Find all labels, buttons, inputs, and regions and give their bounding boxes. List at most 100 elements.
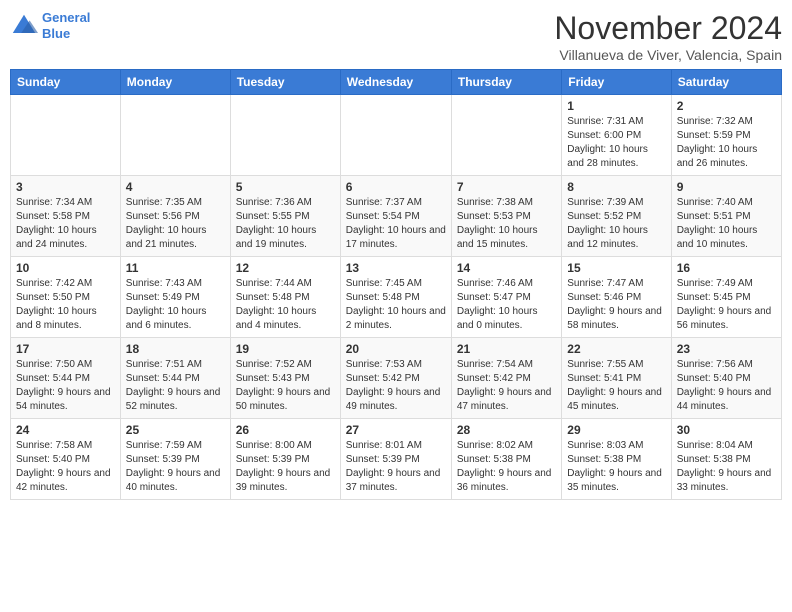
day-number: 11 <box>126 261 225 275</box>
day-info: Sunrise: 7:32 AM Sunset: 5:59 PM Dayligh… <box>677 115 776 171</box>
calendar-day-cell: 8 Sunrise: 7:39 AM Sunset: 5:52 PM Daylig… <box>562 176 671 257</box>
calendar-day-cell: 25Sunrise: 7:59 AM Sunset: 5:39 PM Dayli… <box>120 419 230 500</box>
logo-text: General Blue <box>42 10 90 41</box>
page-header: General Blue November 2024 Villanueva de… <box>10 10 782 63</box>
day-number: 13 <box>346 261 446 275</box>
calendar-day-cell: 5 Sunrise: 7:36 AM Sunset: 5:55 PM Daylig… <box>230 176 340 257</box>
day-info: Sunrise: 7:37 AM Sunset: 5:54 PM Dayligh… <box>346 196 446 252</box>
calendar-day-cell: 19 Sunrise: 7:52 AM Sunset: 5:43 PM Dayli… <box>230 338 340 419</box>
calendar-table: SundayMondayTuesdayWednesdayThursdayFrid… <box>10 69 782 500</box>
calendar-day-cell: 6 Sunrise: 7:37 AM Sunset: 5:54 PM Daylig… <box>340 176 451 257</box>
calendar-day-cell: 17 Sunrise: 7:50 AM Sunset: 5:44 PM Dayli… <box>11 338 121 419</box>
day-number: 16 <box>677 261 776 275</box>
day-number: 6 <box>346 180 446 194</box>
day-number: 7 <box>457 180 556 194</box>
calendar-day-cell: 27 Sunrise: 8:01 AM Sunset: 5:39 PM Dayli… <box>340 419 451 500</box>
calendar-day-cell: 9Sunrise: 7:40 AM Sunset: 5:51 PM Daylig… <box>671 176 781 257</box>
day-info: Sunrise: 8:02 AM Sunset: 5:38 PM Dayligh… <box>457 439 556 495</box>
day-number: 29 <box>567 423 665 437</box>
location: Villanueva de Viver, Valencia, Spain <box>554 47 782 63</box>
day-of-week-header: Saturday <box>671 70 781 95</box>
calendar-day-cell: 26Sunrise: 8:00 AM Sunset: 5:39 PM Dayli… <box>230 419 340 500</box>
calendar-week-row: 3 Sunrise: 7:34 AM Sunset: 5:58 PM Daylig… <box>11 176 782 257</box>
day-number: 1 <box>567 99 665 113</box>
day-number: 2 <box>677 99 776 113</box>
day-number: 14 <box>457 261 556 275</box>
day-info: Sunrise: 7:46 AM Sunset: 5:47 PM Dayligh… <box>457 277 556 333</box>
day-number: 5 <box>236 180 335 194</box>
calendar-day-cell: 1 Sunrise: 7:31 AM Sunset: 6:00 PM Daylig… <box>562 95 671 176</box>
day-info: Sunrise: 7:58 AM Sunset: 5:40 PM Dayligh… <box>16 439 115 495</box>
calendar-day-cell: 13 Sunrise: 7:45 AM Sunset: 5:48 PM Dayli… <box>340 257 451 338</box>
logo: General Blue <box>10 10 90 41</box>
calendar-day-cell: 3 Sunrise: 7:34 AM Sunset: 5:58 PM Daylig… <box>11 176 121 257</box>
day-info: Sunrise: 8:04 AM Sunset: 5:38 PM Dayligh… <box>677 439 776 495</box>
day-number: 28 <box>457 423 556 437</box>
calendar-week-row: 10 Sunrise: 7:42 AM Sunset: 5:50 PM Dayli… <box>11 257 782 338</box>
day-of-week-header: Sunday <box>11 70 121 95</box>
day-info: Sunrise: 8:00 AM Sunset: 5:39 PM Dayligh… <box>236 439 335 495</box>
calendar-week-row: 1 Sunrise: 7:31 AM Sunset: 6:00 PM Daylig… <box>11 95 782 176</box>
day-info: Sunrise: 7:43 AM Sunset: 5:49 PM Dayligh… <box>126 277 225 333</box>
calendar-day-cell: 28 Sunrise: 8:02 AM Sunset: 5:38 PM Dayli… <box>451 419 561 500</box>
calendar-day-cell: 15Sunrise: 7:47 AM Sunset: 5:46 PM Dayli… <box>562 257 671 338</box>
day-info: Sunrise: 7:35 AM Sunset: 5:56 PM Dayligh… <box>126 196 225 252</box>
day-info: Sunrise: 7:49 AM Sunset: 5:45 PM Dayligh… <box>677 277 776 333</box>
day-number: 10 <box>16 261 115 275</box>
calendar-day-cell <box>120 95 230 176</box>
calendar-day-cell: 14 Sunrise: 7:46 AM Sunset: 5:47 PM Dayli… <box>451 257 561 338</box>
calendar-day-cell: 20Sunrise: 7:53 AM Sunset: 5:42 PM Dayli… <box>340 338 451 419</box>
calendar-day-cell: 30 Sunrise: 8:04 AM Sunset: 5:38 PM Dayli… <box>671 419 781 500</box>
logo-icon <box>10 12 38 40</box>
day-number: 4 <box>126 180 225 194</box>
day-info: Sunrise: 7:50 AM Sunset: 5:44 PM Dayligh… <box>16 358 115 414</box>
day-info: Sunrise: 7:52 AM Sunset: 5:43 PM Dayligh… <box>236 358 335 414</box>
calendar-day-cell: 24 Sunrise: 7:58 AM Sunset: 5:40 PM Dayli… <box>11 419 121 500</box>
calendar-day-cell: 2 Sunrise: 7:32 AM Sunset: 5:59 PM Daylig… <box>671 95 781 176</box>
calendar-day-cell <box>230 95 340 176</box>
day-number: 21 <box>457 342 556 356</box>
day-info: Sunrise: 7:39 AM Sunset: 5:52 PM Dayligh… <box>567 196 665 252</box>
day-info: Sunrise: 7:54 AM Sunset: 5:42 PM Dayligh… <box>457 358 556 414</box>
calendar-day-cell: 23Sunrise: 7:56 AM Sunset: 5:40 PM Dayli… <box>671 338 781 419</box>
calendar-day-cell <box>11 95 121 176</box>
day-info: Sunrise: 8:01 AM Sunset: 5:39 PM Dayligh… <box>346 439 446 495</box>
calendar-day-cell: 16 Sunrise: 7:49 AM Sunset: 5:45 PM Dayli… <box>671 257 781 338</box>
calendar-day-cell <box>451 95 561 176</box>
day-number: 8 <box>567 180 665 194</box>
calendar-week-row: 24 Sunrise: 7:58 AM Sunset: 5:40 PM Dayli… <box>11 419 782 500</box>
day-info: Sunrise: 8:03 AM Sunset: 5:38 PM Dayligh… <box>567 439 665 495</box>
day-number: 20 <box>346 342 446 356</box>
day-number: 23 <box>677 342 776 356</box>
day-of-week-header: Tuesday <box>230 70 340 95</box>
calendar-day-cell: 11 Sunrise: 7:43 AM Sunset: 5:49 PM Dayli… <box>120 257 230 338</box>
calendar-day-cell: 29 Sunrise: 8:03 AM Sunset: 5:38 PM Dayli… <box>562 419 671 500</box>
day-info: Sunrise: 7:51 AM Sunset: 5:44 PM Dayligh… <box>126 358 225 414</box>
day-number: 27 <box>346 423 446 437</box>
day-number: 24 <box>16 423 115 437</box>
day-number: 30 <box>677 423 776 437</box>
day-info: Sunrise: 7:55 AM Sunset: 5:41 PM Dayligh… <box>567 358 665 414</box>
day-number: 19 <box>236 342 335 356</box>
day-of-week-header: Monday <box>120 70 230 95</box>
calendar-header-row: SundayMondayTuesdayWednesdayThursdayFrid… <box>11 70 782 95</box>
day-number: 17 <box>16 342 115 356</box>
day-info: Sunrise: 7:36 AM Sunset: 5:55 PM Dayligh… <box>236 196 335 252</box>
day-info: Sunrise: 7:34 AM Sunset: 5:58 PM Dayligh… <box>16 196 115 252</box>
title-block: November 2024 Villanueva de Viver, Valen… <box>554 10 782 63</box>
day-info: Sunrise: 7:38 AM Sunset: 5:53 PM Dayligh… <box>457 196 556 252</box>
day-info: Sunrise: 7:42 AM Sunset: 5:50 PM Dayligh… <box>16 277 115 333</box>
day-of-week-header: Thursday <box>451 70 561 95</box>
day-of-week-header: Wednesday <box>340 70 451 95</box>
day-number: 3 <box>16 180 115 194</box>
day-info: Sunrise: 7:59 AM Sunset: 5:39 PM Dayligh… <box>126 439 225 495</box>
calendar-day-cell <box>340 95 451 176</box>
calendar-day-cell: 12 Sunrise: 7:44 AM Sunset: 5:48 PM Dayli… <box>230 257 340 338</box>
day-number: 12 <box>236 261 335 275</box>
day-info: Sunrise: 7:44 AM Sunset: 5:48 PM Dayligh… <box>236 277 335 333</box>
day-number: 15 <box>567 261 665 275</box>
calendar-day-cell: 7 Sunrise: 7:38 AM Sunset: 5:53 PM Daylig… <box>451 176 561 257</box>
day-info: Sunrise: 7:31 AM Sunset: 6:00 PM Dayligh… <box>567 115 665 171</box>
day-info: Sunrise: 7:45 AM Sunset: 5:48 PM Dayligh… <box>346 277 446 333</box>
calendar-day-cell: 4 Sunrise: 7:35 AM Sunset: 5:56 PM Daylig… <box>120 176 230 257</box>
